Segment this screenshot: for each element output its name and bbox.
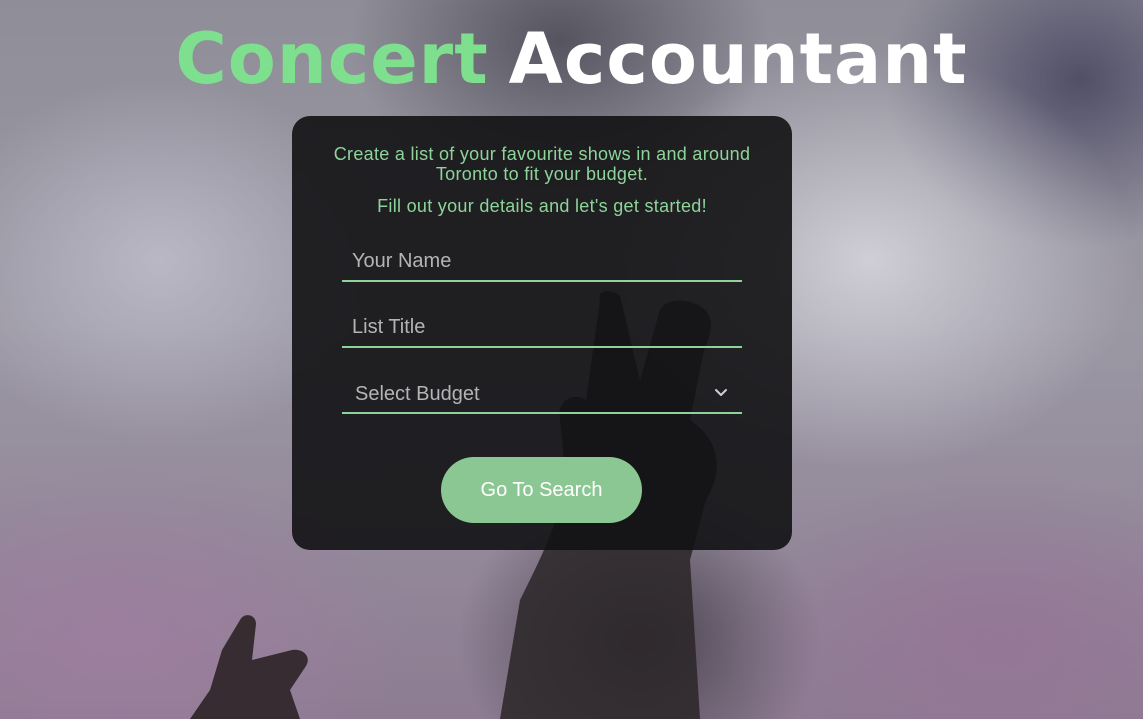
prompt-text: Fill out your details and let's get star…	[377, 196, 707, 216]
budget-select-value: Select Budget	[355, 383, 480, 405]
name-input[interactable]	[342, 242, 742, 280]
page-title: Concert Accountant	[0, 18, 1143, 100]
chevron-down-icon	[715, 389, 727, 396]
signup-card: Create a list of your favourite shows in…	[292, 116, 792, 550]
budget-select[interactable]: Select Budget	[342, 374, 742, 414]
list-title-input[interactable]	[342, 308, 742, 346]
list-title-field-wrapper	[342, 308, 742, 348]
title-word-concert: Concert	[175, 18, 489, 100]
go-to-search-button[interactable]: Go To Search	[441, 457, 642, 523]
title-word-accountant: Accountant	[508, 18, 968, 100]
intro-text: Create a list of your favourite shows in…	[333, 144, 751, 184]
name-field-wrapper	[342, 242, 742, 282]
